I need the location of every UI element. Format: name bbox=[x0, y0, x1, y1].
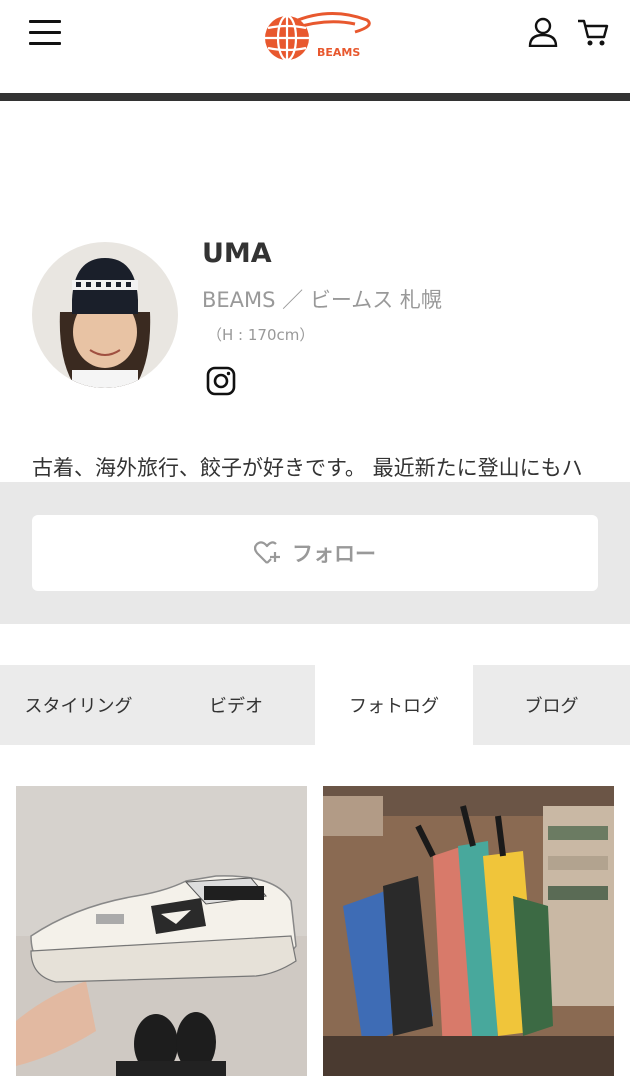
site-header: BEAMS bbox=[0, 0, 630, 93]
tab-video[interactable]: ビデオ bbox=[157, 665, 315, 745]
tab-blog[interactable]: ブログ bbox=[473, 665, 630, 745]
tab-styling[interactable]: スタイリング bbox=[0, 665, 157, 745]
photo-sneaker[interactable] bbox=[16, 786, 307, 1076]
user-icon[interactable] bbox=[528, 17, 558, 47]
avatar bbox=[32, 242, 178, 388]
cart-icon[interactable] bbox=[576, 17, 610, 47]
beams-logo[interactable]: BEAMS bbox=[255, 8, 375, 62]
logo-text: BEAMS bbox=[317, 46, 360, 59]
tab-photolog[interactable]: フォトログ bbox=[315, 665, 473, 745]
profile-height: （H : 170cm） bbox=[207, 326, 315, 344]
follow-button[interactable]: フォロー bbox=[32, 515, 598, 591]
heart-plus-icon bbox=[254, 541, 280, 564]
instagram-icon[interactable] bbox=[206, 366, 236, 396]
profile-shop: BEAMS ／ ビームス 札幌 bbox=[202, 288, 442, 312]
profile-name: UMA bbox=[202, 238, 272, 269]
follow-area: フォロー bbox=[0, 482, 630, 624]
follow-label: フォロー bbox=[292, 542, 376, 566]
profile-section: UMA BEAMS ／ ビームス 札幌 （H : 170cm） 古着、海外旅行、… bbox=[0, 93, 630, 516]
photo-bags[interactable] bbox=[323, 786, 614, 1076]
content-tabs: スタイリング ビデオ フォトログ ブログ bbox=[0, 665, 630, 745]
hamburger-menu-icon[interactable] bbox=[29, 20, 61, 45]
